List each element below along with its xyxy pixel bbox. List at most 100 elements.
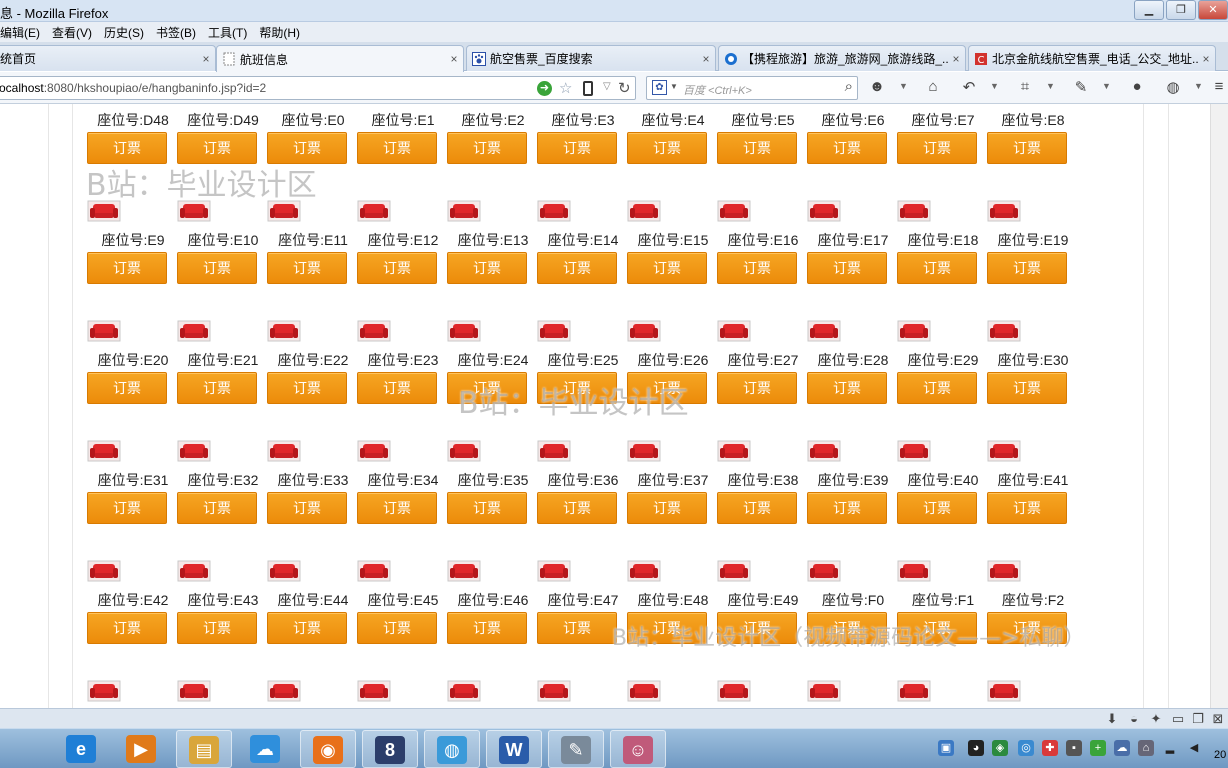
volume-icon[interactable]: ◀ [1186, 740, 1202, 756]
globe-addon-icon[interactable]: ◍ [1164, 78, 1182, 98]
menu-edit[interactable]: 编辑(E) [0, 22, 46, 42]
tray-usb-icon[interactable]: ⌂ [1138, 740, 1154, 756]
book-ticket-button[interactable]: 订票 [627, 612, 707, 644]
globe-dropdown-icon[interactable]: ▼ [1194, 81, 1203, 91]
book-ticket-button[interactable]: 订票 [357, 492, 437, 524]
undo-icon[interactable]: ↶ [960, 78, 978, 98]
search-icon[interactable]: ⌕ [845, 78, 853, 95]
book-ticket-button[interactable]: 订票 [87, 492, 167, 524]
brush-icon[interactable]: ✎ [1072, 78, 1090, 98]
tab-baidu-search[interactable]: 航空售票_百度搜索 × [466, 45, 716, 71]
book-ticket-button[interactable]: 订票 [717, 612, 797, 644]
undo-dropdown-icon[interactable]: ▼ [990, 81, 999, 91]
taskbar-button[interactable]: ◍ [424, 730, 480, 768]
bookmark-star-icon[interactable]: ☆ [559, 79, 572, 97]
book-ticket-button[interactable]: 订票 [897, 612, 977, 644]
reload-icon[interactable]: ↻ [618, 79, 631, 97]
restore-icon[interactable]: ❐ [1190, 711, 1206, 727]
menu-bookmarks[interactable]: 书签(B) [150, 22, 202, 42]
book-ticket-button[interactable]: 订票 [897, 492, 977, 524]
tab-flight-info[interactable]: 航班信息 × [216, 45, 464, 72]
taskbar-button[interactable]: ◉ [300, 730, 356, 768]
book-ticket-button[interactable]: 订票 [987, 492, 1067, 524]
home-icon[interactable]: ⌂ [924, 78, 942, 98]
book-ticket-button[interactable]: 订票 [447, 252, 527, 284]
book-ticket-button[interactable]: 订票 [447, 612, 527, 644]
book-ticket-button[interactable]: 订票 [807, 372, 887, 404]
book-ticket-button[interactable]: 订票 [807, 612, 887, 644]
book-ticket-button[interactable]: 订票 [357, 252, 437, 284]
taskbar-button[interactable]: 8 [362, 730, 418, 768]
tab-system-home[interactable]: 统首页 × [0, 45, 216, 71]
book-ticket-button[interactable]: 订票 [177, 132, 257, 164]
tab-beijing-airline[interactable]: C 北京金航线航空售票_电话_公交_地址... × [968, 45, 1216, 71]
brush-dropdown-icon[interactable]: ▼ [1102, 81, 1111, 91]
network-signal-icon[interactable]: ▂ [1162, 740, 1178, 756]
book-ticket-button[interactable]: 订票 [537, 612, 617, 644]
close-tab-icon[interactable]: × [1199, 52, 1213, 66]
book-ticket-button[interactable]: 订票 [177, 492, 257, 524]
book-ticket-button[interactable]: 订票 [717, 492, 797, 524]
url-dropdown-icon[interactable]: ▽ [603, 81, 611, 92]
emoji-addon-icon[interactable]: ☻ [868, 78, 886, 98]
book-ticket-button[interactable]: 订票 [627, 252, 707, 284]
book-ticket-button[interactable]: 订票 [357, 132, 437, 164]
tray-shield-icon[interactable]: ◈ [992, 740, 1008, 756]
taskbar-button[interactable]: e [54, 730, 110, 768]
tool-icon[interactable]: ✦ [1148, 711, 1164, 727]
close-addon-icon[interactable]: ⊠ [1210, 711, 1226, 727]
tray-qq-icon[interactable]: ◕ [968, 740, 984, 756]
book-ticket-button[interactable]: 订票 [87, 612, 167, 644]
book-ticket-button[interactable]: 订票 [177, 612, 257, 644]
book-ticket-button[interactable]: 订票 [717, 372, 797, 404]
mask-icon[interactable]: ◒ [1126, 711, 1142, 727]
close-tab-icon[interactable]: × [447, 52, 461, 66]
close-tab-icon[interactable]: × [699, 52, 713, 66]
window-icon[interactable]: ▭ [1170, 711, 1186, 727]
search-engine-icon[interactable]: ✿ [652, 80, 667, 95]
book-ticket-button[interactable]: 订票 [537, 492, 617, 524]
search-box[interactable]: ✿ ▼ 百度 <Ctrl+K> ⌕ [646, 76, 858, 100]
tray-security-icon[interactable]: ✚ [1042, 740, 1058, 756]
book-ticket-button[interactable]: 订票 [177, 372, 257, 404]
book-ticket-button[interactable]: 订票 [987, 612, 1067, 644]
tray-add-icon[interactable]: + [1090, 740, 1106, 756]
tray-network-app-icon[interactable]: ◎ [1018, 740, 1034, 756]
book-ticket-button[interactable]: 订票 [897, 132, 977, 164]
close-tab-icon[interactable]: × [199, 52, 213, 66]
book-ticket-button[interactable]: 订票 [267, 252, 347, 284]
book-ticket-button[interactable]: 订票 [987, 132, 1067, 164]
crop-icon[interactable]: ⌗ [1016, 78, 1034, 98]
taskbar-button[interactable]: ☺ [610, 730, 666, 768]
book-ticket-button[interactable]: 订票 [897, 252, 977, 284]
book-ticket-button[interactable]: 订票 [267, 132, 347, 164]
maximize-button[interactable]: ❐ [1166, 0, 1196, 20]
book-ticket-button[interactable]: 订票 [87, 252, 167, 284]
menu-view[interactable]: 查看(V) [46, 22, 98, 42]
page-scrollbar[interactable] [1210, 104, 1228, 708]
taskbar-button[interactable]: W [486, 730, 542, 768]
menu-help[interactable]: 帮助(H) [253, 22, 306, 42]
book-ticket-button[interactable]: 订票 [807, 252, 887, 284]
book-ticket-button[interactable]: 订票 [447, 492, 527, 524]
book-ticket-button[interactable]: 订票 [807, 132, 887, 164]
book-ticket-button[interactable]: 订票 [717, 252, 797, 284]
close-tab-icon[interactable]: × [949, 52, 963, 66]
tray-cloud-icon[interactable]: ☁ [1114, 740, 1130, 756]
book-ticket-button[interactable]: 订票 [267, 612, 347, 644]
minimize-button[interactable]: ▁ [1134, 0, 1164, 20]
book-ticket-button[interactable]: 订票 [447, 132, 527, 164]
book-ticket-button[interactable]: 订票 [357, 612, 437, 644]
go-icon[interactable]: ➜ [537, 81, 552, 96]
book-ticket-button[interactable]: 订票 [177, 252, 257, 284]
circle-addon-icon[interactable]: ● [1128, 78, 1146, 98]
book-ticket-button[interactable]: 订票 [87, 132, 167, 164]
search-engine-dropdown-icon[interactable]: ▼ [670, 82, 678, 91]
mobile-icon[interactable] [583, 81, 593, 96]
book-ticket-button[interactable]: 订票 [87, 372, 167, 404]
book-ticket-button[interactable]: 订票 [897, 372, 977, 404]
book-ticket-button[interactable]: 订票 [537, 372, 617, 404]
clock[interactable]: 20 [1214, 749, 1226, 761]
menu-history[interactable]: 历史(S) [98, 22, 150, 42]
book-ticket-button[interactable]: 订票 [357, 372, 437, 404]
